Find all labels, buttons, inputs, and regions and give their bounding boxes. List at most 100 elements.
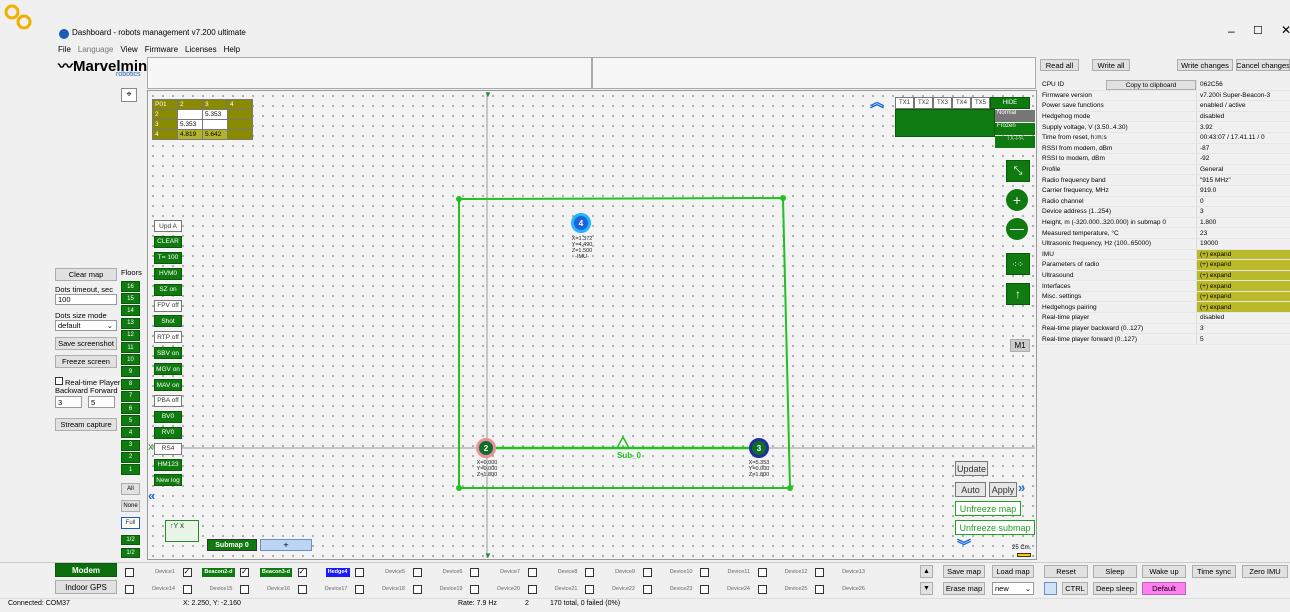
device-slot-device11[interactable]: Device11 [697,566,754,578]
default-button[interactable]: Default [1142,582,1186,595]
device-slot-device26[interactable]: Device26 [812,583,869,595]
expand-right-icon[interactable]: » [1018,480,1025,495]
canvas-btn-rv0[interactable]: RV0 [154,426,182,439]
sleep-button[interactable]: Sleep [1093,565,1137,578]
device-slot-beacon3-d[interactable]: Beacon3-d [237,566,294,578]
property-value[interactable]: (+) expand [1197,260,1290,270]
unfreeze-map-button[interactable]: Unfreeze map [955,501,1021,516]
device-slot-device6[interactable]: Device6 [410,566,467,578]
device-checkbox[interactable] [527,584,537,594]
property-value[interactable]: 3.92 [1197,122,1290,132]
expand-left-icon[interactable]: « [148,488,155,503]
canvas-btn-upd-a[interactable]: Upd A [154,220,182,232]
device-checkbox[interactable] [470,584,479,594]
arrow-up-icon[interactable]: ↑ [1006,283,1030,305]
device-slot-device1[interactable]: Device1 [122,566,179,578]
device-checkbox[interactable] [297,584,307,594]
property-value[interactable]: disabled [1197,313,1290,323]
device-slot-device7[interactable]: Device7 [467,566,524,578]
update-button[interactable]: Update [955,461,988,476]
property-value[interactable]: (+) expand [1197,302,1290,313]
device-slot-device20[interactable]: Device20 [467,583,524,595]
device-slot-device21[interactable]: Device21 [525,583,582,595]
canvas-btn-t-100[interactable]: T= 100 [154,251,182,264]
frozen-button[interactable]: Frozen [995,123,1035,135]
beacon-node-2[interactable]: 2 [476,438,496,458]
hide-button[interactable]: HIDE [990,97,1030,109]
write-all-button[interactable]: Write all [1092,59,1130,71]
fit-view-icon[interactable]: ⤡ [1006,160,1030,182]
device-slot-device15[interactable]: Device15 [180,583,237,595]
property-value[interactable]: -92 [1197,154,1290,164]
modem-button[interactable]: Modem [55,563,117,577]
device-slot-device24[interactable]: Device24 [697,583,754,595]
property-value[interactable]: 3 [1197,324,1290,334]
property-value[interactable]: 919.0 [1197,186,1290,196]
property-value[interactable]: General [1197,165,1290,175]
axis-orientation-icon[interactable]: ↑Y x [165,520,199,542]
device-slot-device23[interactable]: Device23 [640,583,697,595]
canvas-btn-fpv-off[interactable]: FPV off [154,299,182,312]
save-map-button[interactable]: Save map [943,565,985,578]
canvas-btn-clear[interactable]: CLEAR [154,235,182,248]
device-slot-device22[interactable]: Device22 [582,583,639,595]
property-value[interactable]: enabled / active [1197,101,1290,111]
device-checkbox[interactable] [757,584,767,594]
property-value[interactable]: (+) expand [1197,270,1290,281]
tx3-button[interactable]: TX3 [933,97,952,109]
canvas-btn-hm123[interactable]: HM123 [154,458,182,471]
ctrl-button[interactable]: CTRL [1062,582,1088,595]
apply-button[interactable]: Apply [989,482,1017,497]
map-name-select[interactable]: new ⌄ [992,582,1034,595]
device-checkbox[interactable] [700,567,709,577]
zoom-in-icon[interactable]: + [1006,189,1028,211]
erase-map-button[interactable]: Erase map [943,582,985,595]
beacon-node-4[interactable]: 4 [571,213,591,233]
property-value[interactable]: 062C56 [1197,80,1290,90]
device-checkbox[interactable] [355,567,364,577]
dots-view-icon[interactable]: ⁖⁘ [1006,253,1030,275]
device-slot-device18[interactable]: Device18 [352,583,409,595]
device-checkbox[interactable] [757,567,767,577]
device-checkbox[interactable] [815,567,824,577]
m1-button[interactable]: M1 [1010,339,1030,352]
device-slot-device16[interactable]: Device16 [237,583,294,595]
indoor-gps-button[interactable]: Indoor GPS [55,580,117,594]
collapse-up-icon[interactable]: ︽ [870,92,884,112]
property-value[interactable]: 5 [1197,334,1290,344]
device-slot-hedge4[interactable]: Hedge4 [295,566,352,578]
device-slot-device10[interactable]: Device10 [640,566,697,578]
device-slot-device25[interactable]: Device25 [755,583,812,595]
canvas-btn-mav-on[interactable]: MAV on [154,379,182,391]
device-checkbox[interactable] [527,567,537,577]
wake-up-button[interactable]: Wake up [1142,565,1186,578]
beacon-node-3[interactable]: 3 [749,438,769,458]
tx4-button[interactable]: TX4 [952,97,971,109]
submap-tab[interactable]: Submap 0 [207,539,257,551]
device-checkbox[interactable] [815,584,824,594]
device-checkbox[interactable] [182,584,192,594]
load-map-button[interactable]: Load map [992,565,1034,578]
device-slot-device5[interactable]: Device5 [352,566,409,578]
normal-button[interactable]: Normal [995,110,1035,122]
device-slot-device14[interactable]: Device14 [122,583,179,595]
zoom-out-icon[interactable]: — [1006,218,1028,240]
canvas-btn-pba-off[interactable]: PBA off [154,394,182,407]
device-slot-device9[interactable]: Device9 [582,566,639,578]
cancel-changes-button[interactable]: Cancel changes [1236,59,1290,71]
zero-imu-button[interactable]: Zero IMU [1242,565,1288,578]
canvas-btn-hvm0[interactable]: HVM0 [154,267,182,280]
canvas-btn-shot[interactable]: Shot [154,315,182,328]
property-value[interactable]: (+) expand [1197,281,1290,291]
device-checkbox[interactable] [182,567,192,577]
device-checkbox[interactable] [125,584,134,594]
canvas-btn-mgv-on[interactable]: MGV on [154,363,182,376]
add-submap-button[interactable]: + [260,539,312,551]
property-value[interactable]: 23 [1197,228,1290,238]
auto-button[interactable]: Auto [955,482,986,497]
scroll-down-icon[interactable]: ▼ [920,582,933,595]
device-checkbox[interactable] [297,567,307,577]
device-checkbox[interactable] [700,584,709,594]
property-value[interactable]: v7.200i Super-Beacon-3 [1197,91,1290,101]
tx-pa-button[interactable]: TX-PA [995,136,1035,148]
